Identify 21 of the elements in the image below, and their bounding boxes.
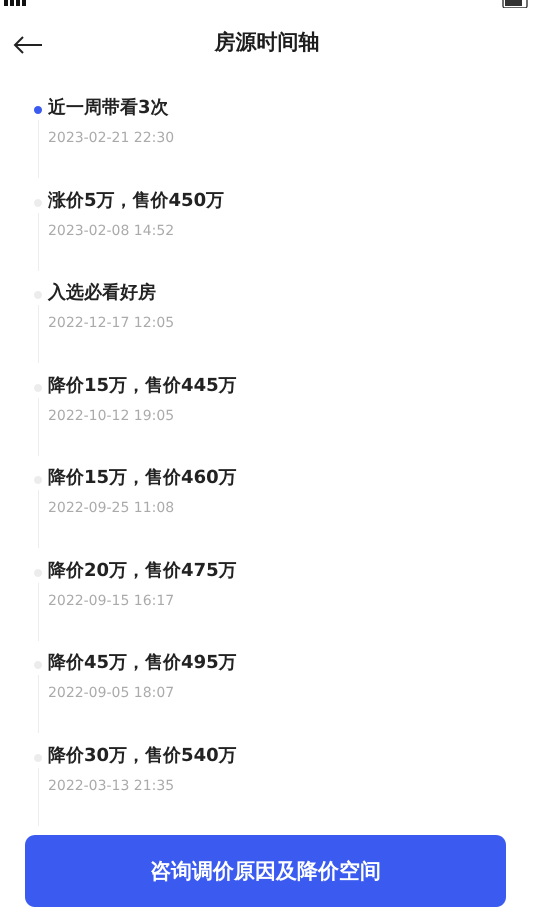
battery-icon bbox=[502, 0, 530, 8]
event-time: 2022-09-15 16:17 bbox=[48, 592, 174, 608]
event-title: 入选必看好房 bbox=[48, 281, 156, 305]
page-title: 房源时间轴 bbox=[214, 28, 320, 56]
event-time: 2022-09-05 18:07 bbox=[48, 685, 174, 701]
event-title: 涨价5万，售价450万 bbox=[48, 188, 224, 212]
event-time: 2023-02-21 22:30 bbox=[48, 130, 174, 146]
event-time: 2022-10-12 19:05 bbox=[48, 408, 174, 424]
event-time: 2022-03-13 21:35 bbox=[48, 778, 174, 794]
event-title: 降价15万，售价445万 bbox=[48, 374, 237, 398]
event-title: 降价20万，售价475万 bbox=[48, 558, 237, 582]
back-arrow-icon bbox=[13, 34, 43, 55]
event-title: 降价45万，售价495万 bbox=[48, 651, 237, 675]
event-time: 2022-09-25 11:08 bbox=[48, 500, 174, 516]
event-time: 2022-12-17 12:05 bbox=[48, 315, 174, 331]
consult-button[interactable]: 咨询调价原因及降价空间 bbox=[25, 835, 506, 907]
event-title: 降价15万，售价460万 bbox=[48, 466, 237, 490]
event-title: 近一周带看3次 bbox=[48, 96, 169, 120]
event-time: 2023-02-08 14:52 bbox=[48, 222, 174, 238]
event-title: 降价30万，售价540万 bbox=[48, 744, 237, 768]
signal-icon bbox=[4, 0, 26, 6]
